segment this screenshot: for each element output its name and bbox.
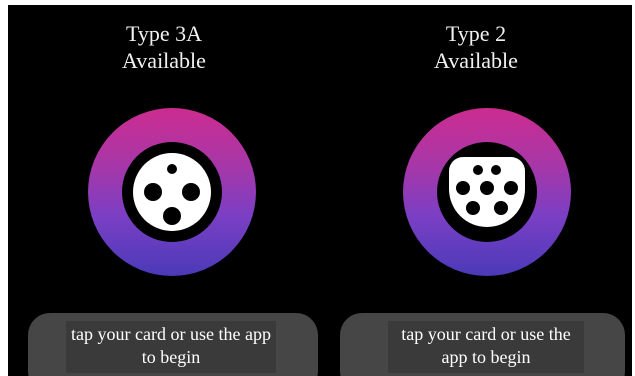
socket-pin [491,165,501,175]
status-message: tap your card or use the app to begin [388,321,584,373]
connector-title: Type 2 Available [320,20,632,74]
status-message-box: tap your card or use the app to begin [28,313,318,376]
socket-pin [182,183,200,201]
status-message: tap your card or use the app to begin [66,321,276,373]
connector-title: Type 3A Available [8,20,320,74]
socket-pin [504,181,518,195]
socket-pin [456,181,470,195]
connector-panel-type-3a[interactable]: Type 3A Available tap your card or use t… [8,5,320,376]
type-3a-socket-icon [133,153,211,231]
connector-status-label: Available [434,48,518,73]
charger-screen: Type 3A Available tap your card or use t… [8,5,632,376]
status-message-box: tap your card or use the app to begin [340,313,625,376]
connector-type-label: Type 3A [125,21,203,46]
socket-pin [163,207,181,225]
socket-pin [466,201,480,215]
connector-ring[interactable] [403,108,571,276]
connector-status-label: Available [122,48,206,73]
socket-pin [473,165,483,175]
connector-type-label: Type 2 [445,21,507,46]
socket-pin [480,181,494,195]
socket-pin [494,201,508,215]
connector-ring[interactable] [88,108,256,276]
connector-panel-type-2[interactable]: Type 2 Available tap your card or use th… [320,5,632,376]
socket-pin [144,183,162,201]
socket-pin [167,164,177,174]
